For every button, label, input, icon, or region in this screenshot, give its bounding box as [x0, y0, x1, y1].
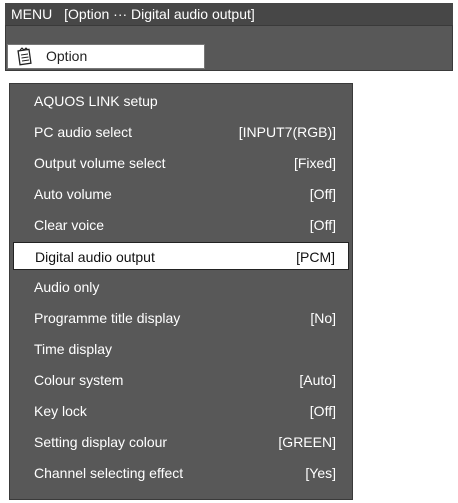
tab-label: Option: [46, 48, 88, 64]
option-menu-panel: AQUOS LINK setup PC audio select [INPUT7(R…: [9, 83, 353, 500]
menu-item[interactable]: PC audio select [INPUT7(RGB)]: [13, 118, 349, 146]
menu-item-label: Clear voice: [34, 217, 105, 233]
menu-item-label: Key lock: [34, 403, 87, 419]
menu-item-label: AQUOS LINK setup: [34, 93, 158, 109]
tab-option[interactable]: Option: [7, 44, 205, 69]
menu-item-label: Auto volume: [34, 186, 112, 202]
menu-item-label: Digital audio output: [35, 249, 155, 265]
menu-item[interactable]: Audio only: [13, 273, 349, 301]
menu-item-value: [GREEN]: [278, 434, 336, 450]
menu-item[interactable]: AQUOS LINK setup: [13, 87, 349, 115]
breadcrumb: [Option ··· Digital audio output]: [64, 6, 255, 22]
menu-item[interactable]: Time display: [13, 335, 349, 363]
menu-item-value: [Off]: [309, 217, 336, 233]
menu-item-label: PC audio select: [34, 124, 133, 140]
menu-item[interactable]: Colour system [Auto]: [13, 366, 349, 394]
menu-item-label: Output volume select: [34, 155, 166, 171]
menu-item-value: [Off]: [309, 403, 336, 419]
menu-item-value: [PCM]: [296, 249, 335, 265]
menu-item-label: Time display: [34, 341, 113, 357]
menu-item-label: Colour system: [34, 372, 124, 388]
menu-item[interactable]: Setting display colour [GREEN]: [13, 428, 349, 456]
menu-item-label: Programme title display: [34, 310, 181, 326]
menu-item-value: [Off]: [309, 186, 336, 202]
menu-item-label: Setting display colour: [34, 434, 168, 450]
menu-title-bar: MENU [Option ··· Digital audio output]: [5, 3, 453, 25]
menu-item-value: [Auto]: [299, 372, 336, 388]
menu-item[interactable]: Auto volume [Off]: [13, 180, 349, 208]
notepad-icon: [16, 47, 34, 66]
tab-bar: Option: [5, 25, 453, 71]
menu-item-label: Channel selecting effect: [34, 465, 184, 481]
menu-item[interactable]: Programme title display [No]: [13, 304, 349, 332]
menu-item-value: [Fixed]: [293, 155, 336, 171]
menu-item[interactable]: Output volume select [Fixed]: [13, 149, 349, 177]
menu-item[interactable]: Channel selecting effect [Yes]: [13, 459, 349, 487]
menu-item-label: Audio only: [34, 279, 100, 295]
menu-item[interactable]: Key lock [Off]: [13, 397, 349, 425]
menu-item-value: [No]: [310, 310, 336, 326]
menu-item-value: [Yes]: [305, 465, 336, 481]
menu-item-value: [INPUT7(RGB)]: [238, 124, 336, 140]
menu-item-selected[interactable]: Digital audio output [PCM]: [13, 242, 349, 270]
menu-label: MENU: [11, 6, 53, 22]
menu-item[interactable]: Clear voice [Off]: [13, 211, 349, 239]
